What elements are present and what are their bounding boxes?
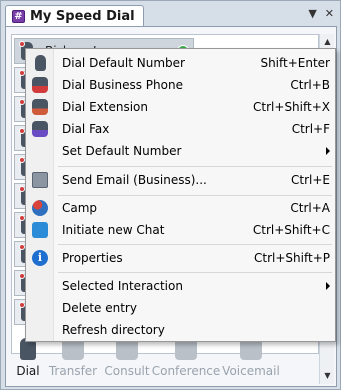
conference-label: Conference [151,364,221,378]
context-menu: Dial Default Number Shift+Enter Dial Bus… [25,48,336,342]
menu-separator [58,166,332,167]
menu-item-shortcut: Ctrl+Shift+C [252,223,330,237]
menu-item-label: Dial Default Number [62,56,185,70]
menu-item-label: Set Default Number [62,144,182,158]
scroll-up-icon[interactable]: ▲ [321,35,334,49]
menu-item-label: Send Email (Business)... [62,173,207,187]
close-icon[interactable]: ✕ [325,7,334,20]
submenu-arrow-icon [326,282,330,290]
voicemail-label: Voicemail [222,364,280,378]
consult-label: Consult [104,364,150,378]
tab-title: My Speed Dial [30,8,135,24]
menu-item-send-email[interactable]: Send Email (Business)... Ctrl+E [28,169,334,191]
menu-item-dial-business-phone[interactable]: Dial Business Phone Ctrl+B [28,74,334,96]
menu-item-shortcut: Ctrl+E [291,173,330,187]
menu-item-shortcut: Ctrl+B [290,78,330,92]
dropdown-arrow-icon[interactable]: ▼ [308,7,316,20]
transfer-label: Transfer [48,364,98,378]
menu-item-selected-interaction[interactable]: Selected Interaction [28,275,334,297]
dial-label: Dial [16,364,40,378]
chat-icon [32,222,48,238]
menu-separator [58,195,332,196]
menu-item-delete-entry[interactable]: Delete entry [28,297,334,319]
menu-item-initiate-chat[interactable]: Initiate new Chat Ctrl+Shift+C [28,219,334,241]
business-phone-icon [32,77,48,93]
info-icon: i [32,250,48,266]
menu-item-dial-fax[interactable]: Dial Fax Ctrl+F [28,118,334,140]
menu-item-refresh-directory[interactable]: Refresh directory [28,319,334,341]
speed-dial-window: # My Speed Dial ▼ ✕ Bishop, Lea [0,0,341,390]
menu-item-label: Dial Extension [62,100,148,114]
email-icon [32,172,48,188]
menu-item-camp[interactable]: Camp Ctrl+A [28,197,334,219]
menu-item-dial-default-number[interactable]: Dial Default Number Shift+Enter [28,52,334,74]
speed-dial-tab[interactable]: # My Speed Dial [5,5,144,26]
menu-item-label: Refresh directory [62,323,165,337]
menu-item-shortcut: Ctrl+A [290,201,330,215]
dial-icon [35,55,46,71]
window-controls: ▼ ✕ [308,7,334,20]
menu-item-label: Properties [62,251,123,265]
speed-dial-icon: # [12,9,25,23]
menu-item-shortcut: Ctrl+Shift+X [253,100,330,114]
menu-item-dial-extension[interactable]: Dial Extension Ctrl+Shift+X [28,96,334,118]
menu-separator [58,272,332,273]
scroll-down-icon[interactable]: ▼ [321,369,334,383]
menu-item-label: Dial Business Phone [62,78,183,92]
menu-item-label: Camp [62,201,98,215]
menu-item-label: Dial Fax [62,122,110,136]
submenu-arrow-icon [326,147,330,155]
menu-item-shortcut: Shift+Enter [260,56,330,70]
menu-item-set-default-number[interactable]: Set Default Number [28,140,334,162]
menu-separator [58,244,332,245]
menu-item-shortcut: Ctrl+F [291,122,330,136]
fax-icon [32,121,48,137]
extension-icon [32,99,48,115]
menu-item-label: Initiate new Chat [62,223,165,237]
menu-item-shortcut: Ctrl+Shift+P [254,251,330,265]
menu-item-label: Selected Interaction [62,279,183,293]
camp-icon [32,200,48,216]
menu-item-properties[interactable]: i Properties Ctrl+Shift+P [28,247,334,269]
menu-item-label: Delete entry [62,301,137,315]
